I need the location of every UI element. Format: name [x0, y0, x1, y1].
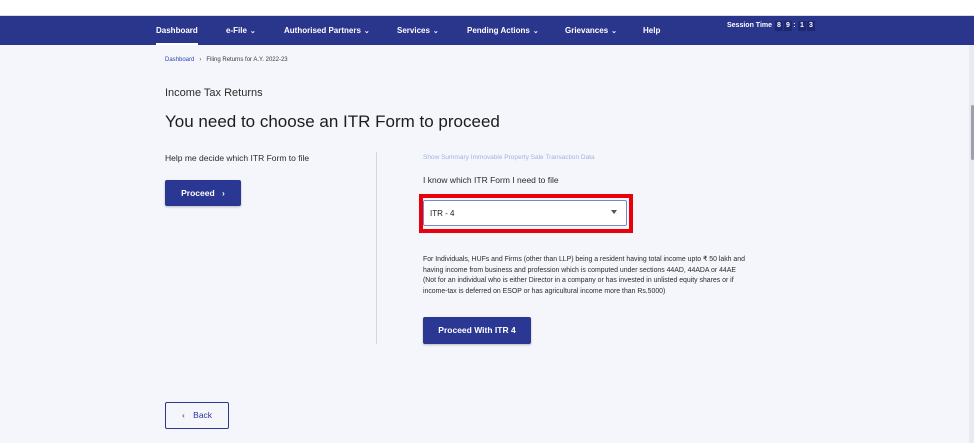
browser-top-strip: [0, 0, 974, 16]
chevron-down-icon: ⌄: [432, 28, 439, 35]
nav-item-label: Help: [643, 26, 661, 35]
description-line: (Not for an individual who is either Dir…: [423, 277, 734, 284]
nav-item-efile[interactable]: e-File ⌄: [226, 16, 256, 45]
description-line: income-tax is deferred on ESOP or has ag…: [423, 287, 666, 295]
page-scrollbar[interactable]: [969, 45, 974, 443]
highlight-box: [419, 194, 633, 233]
know-itr-form-label: I know which ITR Form I need to file: [423, 175, 559, 185]
session-timer: Session Time 89:13: [727, 21, 815, 31]
nav-item-authorised-partners[interactable]: Authorised Partners ⌄: [284, 16, 370, 45]
nav-item-label: Dashboard: [156, 26, 198, 35]
back-button-label: Back: [193, 410, 213, 420]
nav-item-dashboard[interactable]: Dashboard: [156, 16, 198, 45]
proceed-button[interactable]: Proceed ›: [165, 180, 241, 206]
main-nav-bar: Dashboard e-File ⌄ Authorised Partners ⌄ S…: [0, 16, 974, 45]
description-line: having income from business and professi…: [423, 266, 736, 274]
session-colon: :: [793, 22, 796, 29]
page-title: You need to choose an ITR Form to procee…: [165, 112, 500, 131]
nav-item-label: Pending Actions: [467, 26, 530, 35]
session-digit: 9: [783, 21, 792, 31]
nav-item-label: e-File: [226, 26, 247, 35]
back-button[interactable]: ‹ Back: [165, 402, 229, 429]
nav-item-services[interactable]: Services ⌄: [397, 16, 439, 45]
itr-form-description: For Individuals, HUFs and Firms (other t…: [423, 255, 808, 297]
chevron-down-icon: ⌄: [363, 28, 370, 35]
proceed-with-itr-button[interactable]: Proceed With ITR 4: [423, 317, 531, 344]
session-time-label: Session Time: [727, 22, 773, 29]
nav-item-label: Grievances: [565, 26, 609, 35]
breadcrumb-current: Filing Returns for A.Y. 2022-23: [206, 57, 288, 63]
chevron-down-icon: ⌄: [532, 28, 539, 35]
help-decide-text: Help me decide which ITR Form to file: [165, 153, 310, 163]
breadcrumb-dashboard-link[interactable]: Dashboard: [165, 57, 194, 63]
chevron-right-icon: ›: [222, 188, 225, 198]
breadcrumb: Dashboard › Filing Returns for A.Y. 2022-2…: [165, 57, 288, 63]
chevron-left-icon: ‹: [181, 410, 185, 420]
show-summary-link[interactable]: Show Summary Immovable Property Sale Tra…: [423, 154, 595, 161]
nav-item-pending-actions[interactable]: Pending Actions ⌄: [467, 16, 539, 45]
nav-item-grievances[interactable]: Grievances ⌄: [565, 16, 617, 45]
nav-item-help[interactable]: Help: [643, 16, 660, 45]
page-subheading: Income Tax Returns: [165, 87, 263, 99]
breadcrumb-separator: ›: [199, 57, 202, 63]
session-digit: 3: [806, 21, 815, 31]
proceed-button-label: Proceed: [181, 188, 215, 198]
chevron-down-icon: ⌄: [249, 28, 256, 35]
vertical-divider: [376, 152, 377, 344]
session-digit: 1: [797, 21, 806, 31]
chevron-down-icon: ⌄: [611, 28, 618, 35]
nav-item-label: Authorised Partners: [284, 26, 361, 35]
session-digit: 8: [774, 21, 783, 31]
description-line: For Individuals, HUFs and Firms (other t…: [423, 256, 745, 263]
nav-item-label: Services: [397, 26, 430, 35]
